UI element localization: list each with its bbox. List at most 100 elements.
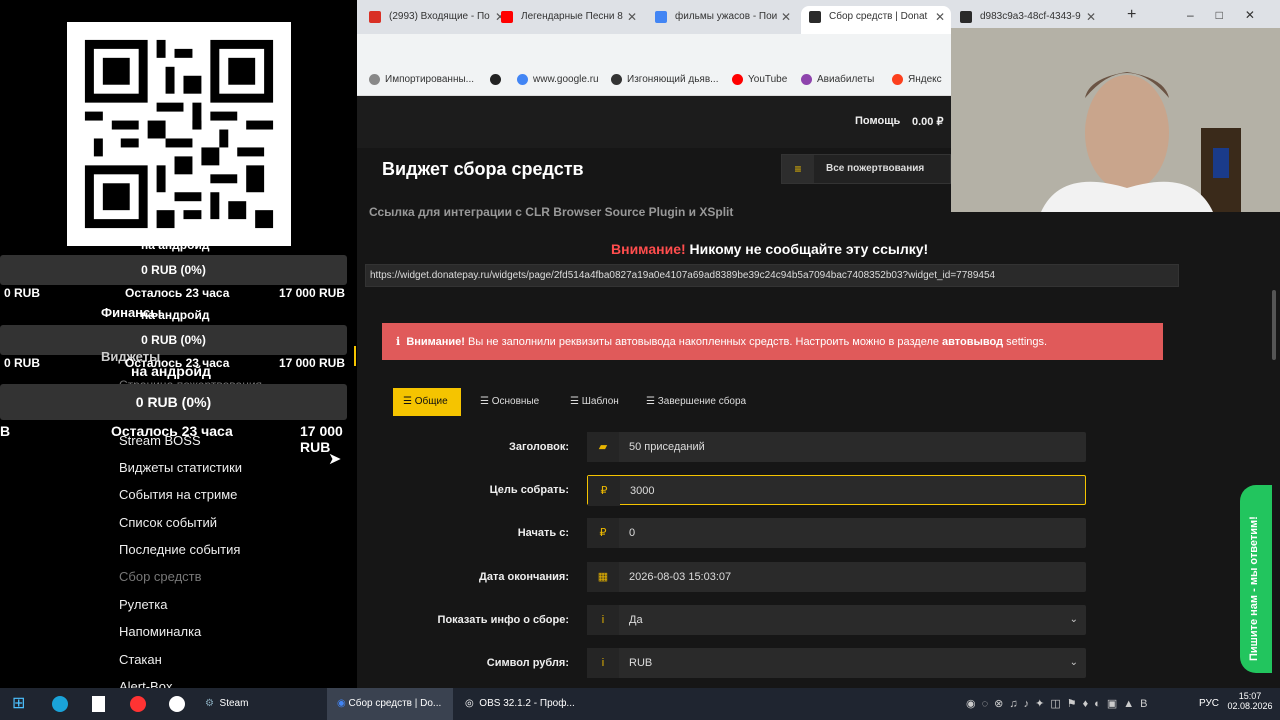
tab-favicon-icon: [809, 11, 821, 23]
bookmark-label: Изгоняющий дьяв...: [627, 74, 719, 85]
android-label-3: на андройд: [131, 363, 211, 379]
form-input[interactable]: ₽0: [587, 518, 1086, 548]
mouse-cursor-icon: ➤: [328, 451, 342, 468]
field-value: 3000: [630, 485, 655, 497]
active-indicator: [354, 346, 356, 366]
form-input[interactable]: ▰ 50 приседаний: [587, 432, 1086, 462]
progress-goal-2: 17 000 RUB: [278, 356, 345, 370]
sidebar-menu-item[interactable]: Последние события: [119, 542, 240, 557]
balance-display[interactable]: 0.00 ₽: [912, 115, 943, 128]
form-label: Начать с:: [517, 527, 569, 539]
browser-tab[interactable]: Легендарные Песни 8 ✕: [493, 6, 643, 34]
sidebar-menu-item[interactable]: Виджеты статистики: [119, 460, 242, 475]
taskbar-obs[interactable]: ◎ OBS 32.1.2 - Проф...: [465, 688, 575, 720]
form-select[interactable]: i Да ⌄: [587, 605, 1086, 635]
settings-tab[interactable]: ☰ Завершение сбора: [636, 388, 754, 416]
help-link[interactable]: Помощь: [855, 115, 900, 127]
chevron-down-icon: ⌄: [1069, 614, 1078, 625]
browser-tab[interactable]: Сбор средств | Donat ✕: [801, 6, 951, 34]
windows-start-icon[interactable]: ⊞: [12, 688, 25, 720]
form-label: Символ рубля:: [486, 657, 569, 669]
file-explorer-icon[interactable]: [92, 696, 105, 712]
system-tray-icons[interactable]: ◉◌⊗♫♪✦◫⚑♦◐▣▲B: [966, 688, 1153, 720]
field-icon: ₽: [588, 476, 620, 506]
tab-title: (2993) Входящие - По: [389, 11, 490, 22]
bookmark-item[interactable]: www.google.ru: [517, 74, 599, 85]
form-label: Дата окончания:: [479, 571, 569, 583]
bookmark-icon: [732, 74, 743, 85]
page-scrollbar[interactable]: [1272, 290, 1276, 360]
field-value: 50 приседаний: [629, 441, 705, 453]
sidebar-menu-item[interactable]: События на стриме: [119, 487, 237, 502]
bookmark-item[interactable]: Яндекс: [892, 74, 942, 85]
form-select[interactable]: i RUB ⌄: [587, 648, 1086, 678]
form-label: Заголовок:: [509, 441, 569, 453]
bookmark-item[interactable]: Импортированны...: [369, 74, 474, 85]
bookmark-icon: [369, 74, 380, 85]
taskbar-steam[interactable]: ⚙ Steam: [205, 688, 248, 720]
progress-bar-3: 0 RUB (0%): [0, 384, 347, 420]
alert-prefix: Внимание!: [406, 336, 465, 348]
qr-code: [67, 22, 291, 246]
info-icon: ℹ: [396, 336, 401, 348]
bookmark-item[interactable]: Изгоняющий дьяв...: [611, 74, 718, 85]
bookmark-item[interactable]: YouTube: [732, 74, 787, 85]
steam-icon: ⚙: [205, 698, 214, 709]
browser-tab[interactable]: фильмы ужасов - Пои ✕: [647, 6, 797, 34]
form-input[interactable]: ▦ 2026-08-03 15:03:07: [587, 562, 1086, 592]
new-tab-button[interactable]: +: [1127, 6, 1136, 24]
browser-tab[interactable]: (2993) Входящие - По ✕: [361, 6, 511, 34]
tab-close-icon[interactable]: ✕: [627, 6, 637, 28]
field-icon: i: [587, 605, 619, 635]
field-icon: ₽: [587, 518, 619, 548]
yandex-browser-icon[interactable]: [130, 696, 146, 712]
database-icon: ☰: [403, 396, 415, 407]
tab-close-icon[interactable]: ✕: [935, 6, 945, 28]
tab-title: Сбор средств | Donat: [829, 11, 928, 22]
bookmark-icon: [801, 74, 812, 85]
sidebar-menu-item[interactable]: Alert-Box: [119, 679, 172, 688]
feedback-button[interactable]: Пишите нам - мы ответим!: [1240, 485, 1272, 673]
page-title: Виджет сбора средств: [382, 159, 584, 179]
sidebar-menu-item[interactable]: Стакан: [119, 652, 162, 667]
donations-dropdown[interactable]: ≡ Все пожертвования: [781, 154, 951, 184]
warning-prefix: Внимание!: [611, 241, 686, 257]
tab-close-icon[interactable]: ✕: [1086, 6, 1096, 28]
field-icon: ▦: [587, 562, 619, 592]
settings-tab-label: Завершение сбора: [657, 396, 747, 407]
sidebar-menu-item[interactable]: Рулетка: [119, 597, 167, 612]
field-value: RUB: [629, 657, 653, 669]
bookmark-item[interactable]: Авиабилеты: [801, 74, 874, 85]
secret-warning: Внимание! Никому не сообщайте эту ссылку…: [611, 241, 928, 257]
yandex-icon[interactable]: [169, 696, 185, 712]
sidebar-menu-item[interactable]: Stream BOSS: [119, 433, 201, 448]
stream-preview-panel: на андройд 0 RUB (0%) 0 RUB Осталось 23 …: [0, 0, 357, 688]
autowithdraw-link[interactable]: автовывод: [942, 336, 1003, 348]
bookmark-icon: [490, 74, 501, 85]
field-value: Да: [629, 614, 643, 626]
sidebar-menu-item[interactable]: Сбор средств: [119, 569, 202, 584]
clock[interactable]: 15:07 02.08.2026: [1227, 691, 1273, 711]
field-icon: i: [587, 648, 619, 678]
window-controls[interactable]: –□✕: [1187, 8, 1277, 22]
tab-title: d983c9a3-48cf-4343-9: [980, 11, 1081, 22]
sidebar-menu-item[interactable]: Список событий: [119, 515, 217, 530]
bookmark-icon: [517, 74, 528, 85]
autowithdraw-alert: ℹ Внимание! Вы не заполнили реквизиты ав…: [382, 323, 1163, 360]
settings-tab[interactable]: ☰ Шаблон: [560, 388, 628, 416]
obs-icon: ◎: [465, 698, 474, 709]
widget-url-field[interactable]: https://widget.donatepay.ru/widgets/page…: [365, 264, 1179, 287]
alert-text: ℹ Внимание! Вы не заполнили реквизиты ав…: [396, 335, 1047, 348]
edge-icon[interactable]: [52, 696, 68, 712]
tab-close-icon[interactable]: ✕: [781, 6, 791, 28]
settings-tab[interactable]: ☰ Общие: [393, 388, 461, 416]
language-indicator[interactable]: РУС: [1199, 688, 1219, 720]
taskbar-chrome[interactable]: ◉ Сбор средств | Do...: [327, 688, 453, 720]
settings-tab[interactable]: ☰ Основные: [470, 388, 550, 416]
sidebar-menu-item[interactable]: Напоминалка: [119, 624, 201, 639]
field-value: 2026-08-03 15:03:07: [629, 571, 732, 583]
android-label-2: на андройд: [141, 308, 210, 322]
menu-icon: ≡: [782, 155, 814, 183]
progress-remaining: Осталось 23 часа: [125, 286, 230, 300]
form-input[interactable]: ₽3000: [587, 475, 1086, 506]
